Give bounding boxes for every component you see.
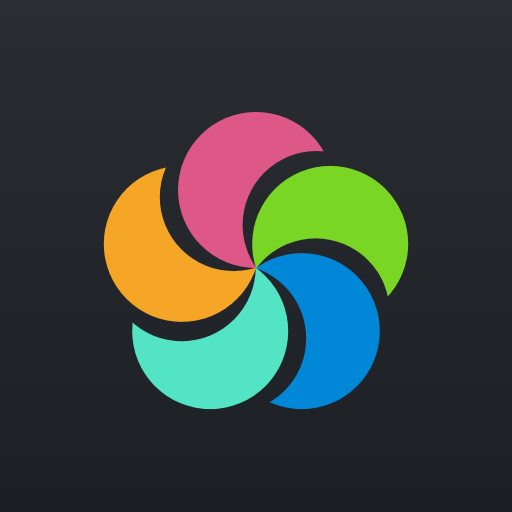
app-logo-icon [103,112,409,410]
orange-petal [103,165,260,322]
app-icon-canvas [0,0,512,512]
